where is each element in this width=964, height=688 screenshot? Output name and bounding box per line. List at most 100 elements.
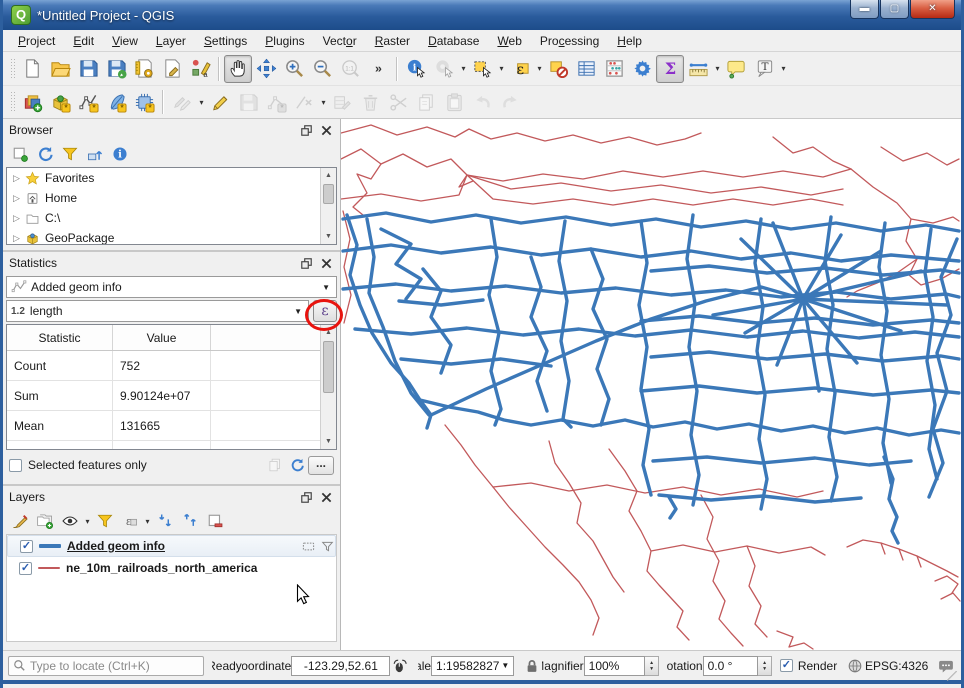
pan-to-selection-button[interactable] [252, 55, 280, 83]
manage-map-themes-button[interactable] [57, 509, 82, 533]
filter-legend-button[interactable] [92, 509, 117, 533]
menu-help[interactable]: Help [608, 32, 651, 50]
style-manager-button[interactable]: a [186, 55, 214, 83]
new-print-layout-button[interactable] [130, 55, 158, 83]
menu-processing[interactable]: Processing [531, 32, 608, 50]
map-canvas[interactable] [341, 119, 961, 650]
minimize-button[interactable]: ▬ [850, 0, 879, 19]
expand-arrow-icon[interactable]: ▷ [13, 193, 25, 204]
expand-arrow-icon[interactable]: ▷ [13, 233, 25, 244]
chevron-down-icon[interactable]: ▾ [535, 64, 544, 73]
browser-item-home[interactable]: ▷ Home [7, 188, 336, 208]
browser-item-c-[interactable]: ▷ C:\ [7, 208, 336, 228]
layer-visibility-checkbox[interactable]: ✓ [20, 539, 33, 553]
deselect-features-button[interactable] [544, 55, 572, 83]
menu-raster[interactable]: Raster [366, 32, 419, 50]
rotation-input[interactable]: 0.0 ° [702, 655, 759, 676]
menu-project[interactable]: Project [9, 32, 64, 50]
menu-plugins[interactable]: Plugins [256, 32, 313, 50]
scroll-down-icon[interactable]: ▼ [321, 229, 336, 244]
menu-vector[interactable]: Vector [314, 32, 366, 50]
mouse-position-toggle-icon[interactable] [390, 656, 410, 676]
refresh-button[interactable] [32, 142, 57, 166]
close-panel-icon[interactable] [318, 122, 334, 138]
show-statistical-summary-button[interactable]: Σ [656, 54, 684, 83]
statistics-scrollbar[interactable]: ▲ ▼ [320, 325, 336, 449]
lock-scale-icon[interactable] [522, 656, 542, 676]
selected-features-only-checkbox[interactable] [9, 458, 22, 472]
float-panel-icon[interactable] [298, 255, 314, 271]
scroll-down-icon[interactable]: ▼ [321, 434, 336, 449]
crs-globe-icon[interactable] [845, 656, 865, 676]
open-attribute-table-button[interactable] [572, 55, 600, 83]
render-checkbox[interactable]: ✓ [779, 659, 793, 672]
statistics-field-combo[interactable]: 1.2 length ▼ [6, 300, 309, 322]
browser-item-geopackage[interactable]: ▷ GeoPackage [7, 228, 336, 244]
chevron-down-icon[interactable]: ▾ [713, 64, 722, 73]
chevron-down-icon[interactable]: ▾ [83, 517, 92, 526]
coordinate-input[interactable]: -123.29,52.61 [291, 655, 391, 676]
new-spatialite-layer-button[interactable]: * [102, 88, 130, 116]
filter-browser-button[interactable] [57, 142, 82, 166]
open-project-button[interactable] [46, 55, 74, 83]
zoom-in-button[interactable] [280, 55, 308, 83]
close-button[interactable]: ✕ [910, 0, 955, 19]
resize-grip[interactable] [947, 671, 957, 681]
open-data-source-manager-button[interactable] [18, 88, 46, 116]
save-project-as-button[interactable] [102, 55, 130, 83]
browser-item-favorites[interactable]: ▷ Favorites [7, 168, 336, 188]
statistics-expression-button[interactable]: ε [313, 300, 337, 322]
statistics-options-button[interactable]: ... [308, 455, 334, 475]
scale-combo[interactable]: 1:19582827 ▼ [431, 655, 515, 676]
expand-all-button[interactable] [152, 509, 177, 533]
toolbar-grip[interactable] [10, 91, 15, 113]
add-group-button[interactable] [32, 509, 57, 533]
zoom-out-button[interactable] [308, 55, 336, 83]
processing-toolbox-button[interactable] [628, 55, 656, 83]
show-layout-manager-button[interactable] [158, 55, 186, 83]
chevron-down-icon[interactable]: ▾ [143, 517, 152, 526]
properties-button[interactable]: i [107, 142, 132, 166]
menu-view[interactable]: View [103, 32, 147, 50]
toolbar-overflow-button[interactable]: » [364, 55, 392, 83]
add-selected-layer-button[interactable] [7, 142, 32, 166]
browser-scrollbar[interactable]: ▲ ▼ [320, 168, 336, 244]
new-project-button[interactable] [18, 55, 46, 83]
locator-search-input[interactable]: Type to locate (Ctrl+K) [8, 655, 205, 676]
menu-web[interactable]: Web [488, 32, 530, 50]
text-annotation-button[interactable]: T [750, 55, 778, 83]
magnifier-spinner[interactable]: ▲ ▼ [645, 655, 660, 676]
title-bar[interactable]: Q *Untitled Project - QGIS ▬ ▢ ✕ [3, 0, 961, 30]
menu-layer[interactable]: Layer [147, 32, 195, 50]
filter-by-expression-button[interactable]: ε [117, 509, 142, 533]
menu-edit[interactable]: Edit [64, 32, 103, 50]
layer-item-ne-10m-railroads-north-america[interactable]: ✓ ne_10m_railroads_north_america [7, 557, 336, 579]
expand-arrow-icon[interactable]: ▷ [13, 213, 25, 224]
save-project-button[interactable] [74, 55, 102, 83]
toolbar-grip[interactable] [10, 57, 15, 80]
expand-arrow-icon[interactable]: ▷ [13, 173, 25, 184]
identify-features-button[interactable]: i [402, 55, 430, 83]
chevron-down-icon[interactable]: ▾ [497, 64, 506, 73]
scroll-up-icon[interactable]: ▲ [321, 168, 336, 183]
collapse-all-button[interactable] [177, 509, 202, 533]
menu-settings[interactable]: Settings [195, 32, 256, 50]
close-panel-icon[interactable] [318, 255, 334, 271]
new-shapefile-layer-button[interactable]: * [74, 88, 102, 116]
refresh-statistics-icon[interactable] [286, 455, 308, 475]
float-panel-icon[interactable] [298, 122, 314, 138]
magnifier-input[interactable]: 100% [583, 655, 646, 676]
toggle-editing-button[interactable] [206, 88, 234, 116]
measure-button[interactable] [684, 55, 712, 83]
layer-item-added-geom-info[interactable]: ✓ Added geom info [7, 535, 336, 557]
new-virtual-layer-button[interactable]: * [130, 88, 158, 116]
rotation-spinner[interactable]: ▲ ▼ [758, 655, 773, 676]
scroll-up-icon[interactable]: ▲ [321, 325, 336, 340]
close-panel-icon[interactable] [318, 489, 334, 505]
chevron-down-icon[interactable]: ▾ [459, 64, 468, 73]
select-by-expression-button[interactable]: ε [506, 55, 534, 83]
statistics-layer-combo[interactable]: Added geom info ▼ [6, 276, 337, 298]
select-features-button[interactable] [468, 55, 496, 83]
copy-statistics-icon[interactable] [264, 455, 286, 475]
float-panel-icon[interactable] [298, 489, 314, 505]
